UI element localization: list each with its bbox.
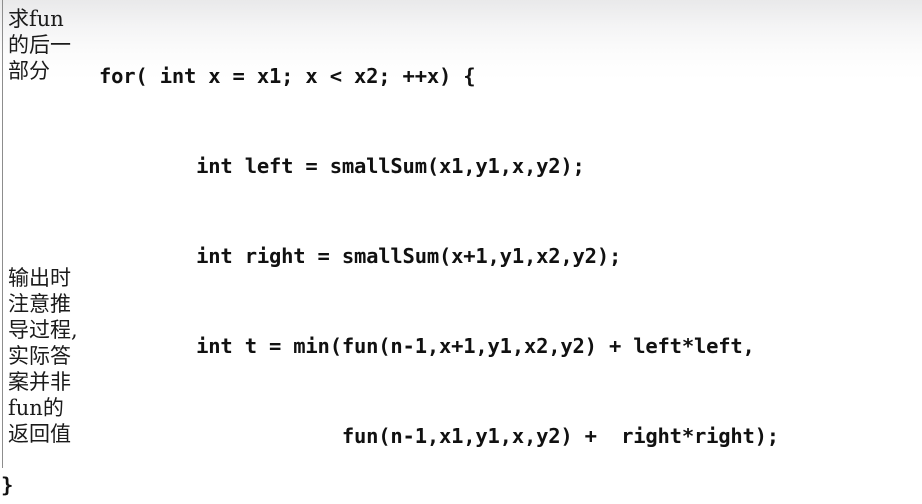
left-vertical-rule [2,0,3,468]
code-block: for( int x = x1; x < x2; ++x) { int left… [99,1,779,504]
code-line: int right = smallSum(x+1,y1,x2,y2); [99,244,622,268]
annotation-note-bottom: 输出时 注意推 导过程, 实际答 案并非 fun的 返回值 [8,266,78,446]
code-line: fun(n-1,x1,y1,x,y2) + right*right); [99,424,779,448]
code-screenshot: 求fun 的后一 部分 输出时 注意推 导过程, 实际答 案并非 fun的 返回… [0,0,922,504]
code-line: for( int x = x1; x < x2; ++x) { [99,64,476,88]
code-line: int t = min(fun(n-1,x+1,y1,x2,y2) + left… [99,334,755,358]
code-line: int left = smallSum(x1,y1,x,y2); [99,154,585,178]
function-closing-brace: } [1,473,14,497]
annotation-note-top: 求fun 的后一 部分 [8,7,71,83]
